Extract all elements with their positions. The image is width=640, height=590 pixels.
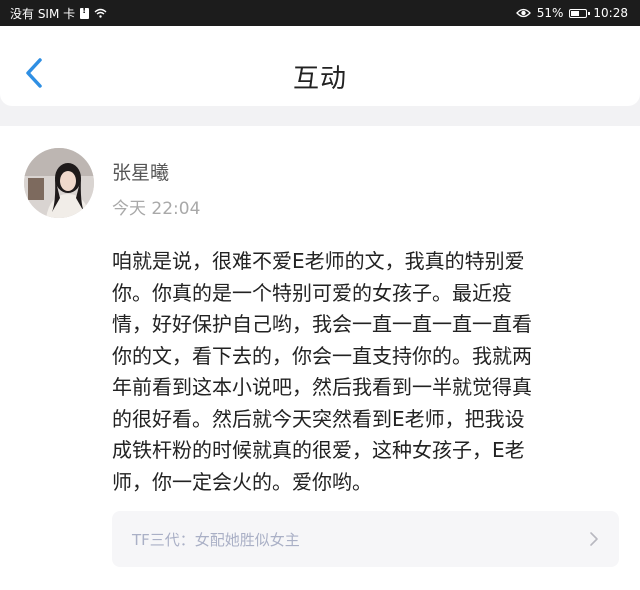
status-bar-right: 51% 10:28 bbox=[515, 6, 628, 20]
carrier-label: 没有 SIM 卡 bbox=[10, 6, 76, 21]
comment-line: 你。你真的是一个特别可爱的女孩子。最近疫 bbox=[112, 280, 512, 305]
timestamp: 今天 22:04 bbox=[112, 199, 201, 219]
comment-line: 年前看到这本小说吧，然后我看到一半就觉得真 bbox=[112, 375, 532, 399]
comment-line: 师，你一定会火的。爱你哟。 bbox=[112, 469, 372, 494]
clock: 10:28 bbox=[593, 6, 628, 20]
eye-icon bbox=[515, 8, 531, 18]
battery-percent: 51% bbox=[536, 6, 564, 20]
status-bar: 没有 SIM 卡 51% 10:28 bbox=[0, 0, 640, 26]
avatar[interactable] bbox=[24, 148, 94, 218]
username[interactable]: 张星曦 bbox=[112, 158, 169, 185]
status-bar-left: 没有 SIM 卡 bbox=[10, 5, 107, 22]
battery-icon bbox=[569, 8, 591, 18]
nav-bar: 互动 bbox=[0, 26, 640, 106]
page-title: 互动 bbox=[292, 64, 347, 94]
comment-line: 情，好好保护自己哟，我会一直一直一直一直看 bbox=[112, 312, 532, 336]
comment-line: 你的文，看下去的，你会一直支持你的。我就两 bbox=[112, 343, 532, 368]
comment-line: 成铁杆粉的时候就真的很爱，这种女孩子，E老 bbox=[112, 438, 525, 462]
comment-text: 咱就是说，很难不爱E老师的文，我真的特别爱 你。你真的是一个特别可爱的女孩子。最… bbox=[112, 246, 620, 498]
book-link[interactable]: TF三代：女配她胜似女主 bbox=[112, 511, 619, 567]
comment-line: 咱就是说，很难不爱E老师的文，我真的特别爱 bbox=[112, 249, 525, 273]
sim-alert-icon bbox=[80, 6, 90, 19]
wifi-icon bbox=[94, 8, 107, 18]
comment-line: 的很好看。然后就今天突然看到E老师，把我设 bbox=[112, 406, 525, 431]
chevron-right-icon bbox=[590, 532, 598, 546]
book-link-title: TF三代：女配她胜似女主 bbox=[132, 531, 300, 549]
comment-card: 张星曦 今天 22:04 咱就是说，很难不爱E老师的文，我真的特别爱 你。你真的… bbox=[0, 126, 640, 590]
